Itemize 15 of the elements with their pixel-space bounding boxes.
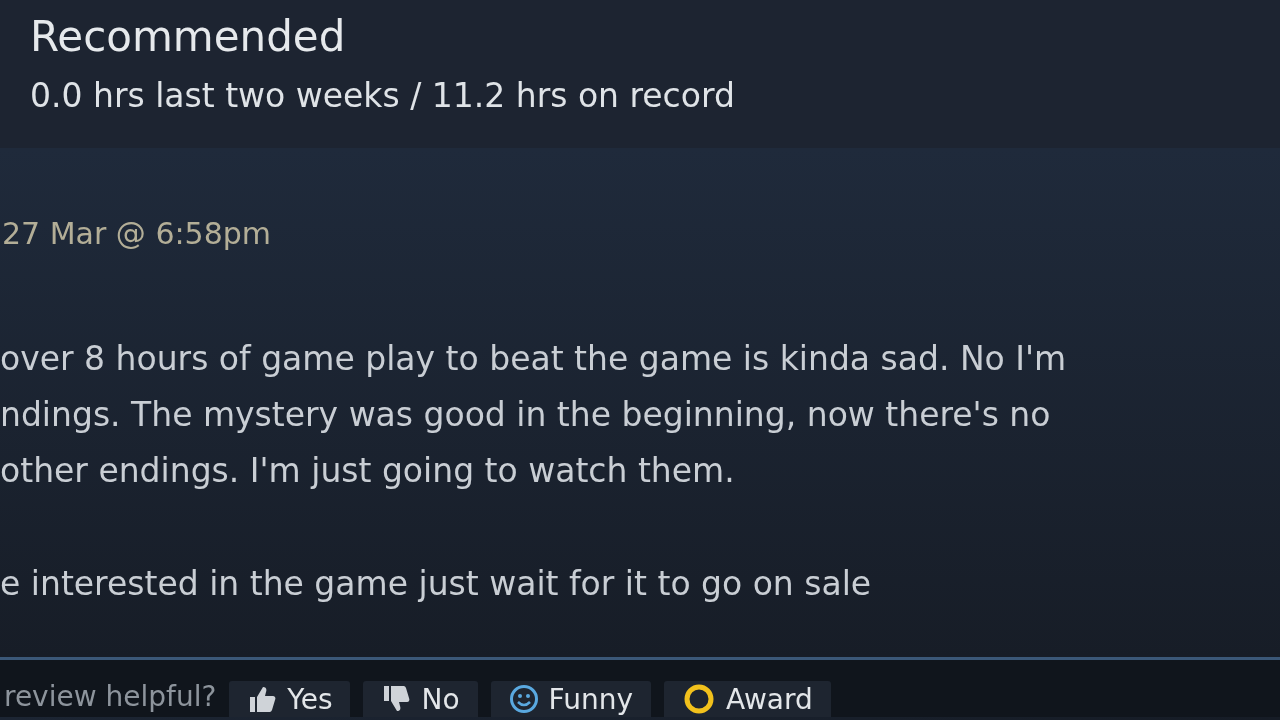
funny-vote-button[interactable]: Funny — [490, 681, 651, 717]
yes-vote-button[interactable]: Yes — [229, 681, 351, 717]
thumbs-up-icon — [247, 684, 278, 714]
review-text-line: e interested in the game just wait for it to go on sale — [0, 563, 873, 605]
review-text-line: other endings. I'm just going to watch them. — [0, 450, 736, 492]
posted-date: 27 Mar @ 6:58pm — [2, 216, 273, 251]
award-vote-button[interactable]: Award — [663, 681, 831, 717]
no-vote-button[interactable]: No — [363, 681, 478, 717]
thumbs-down-icon — [381, 684, 412, 714]
playtime-text: 0.0 hrs last two weeks / 11.2 hrs on record — [30, 78, 736, 115]
review-text-line: ndings. The mystery was good in the beginning, now there's no — [0, 394, 1052, 436]
helpful-prompt: review helpful? — [4, 680, 217, 715]
smiley-icon — [508, 684, 539, 714]
review-text-line: over 8 hours of game play to beat the game is kinda sad. No I'm — [0, 338, 1068, 380]
review-verdict: Recommended — [30, 14, 347, 61]
